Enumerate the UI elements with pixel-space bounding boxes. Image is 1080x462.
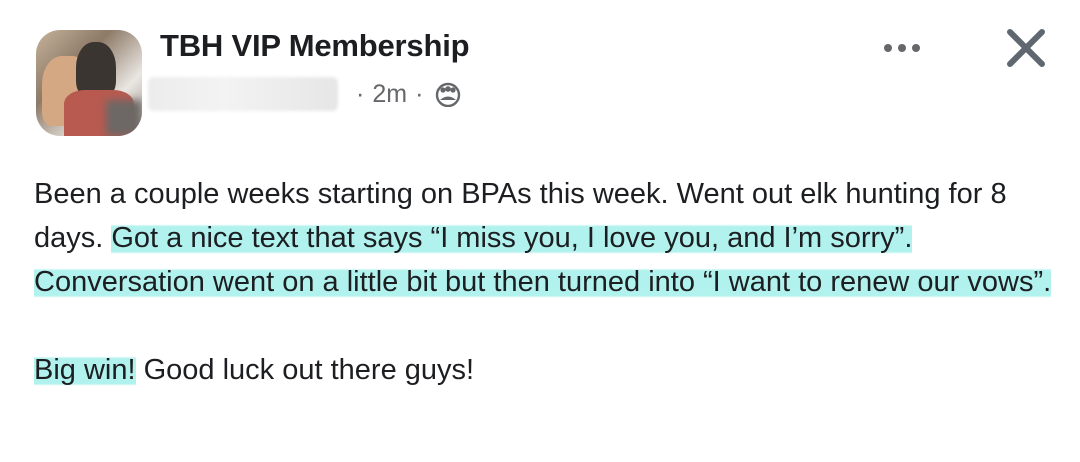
post-body: Been a couple weeks starting on BPAs thi… [34, 172, 1054, 392]
post-paragraph: Been a couple weeks starting on BPAs thi… [34, 172, 1054, 304]
post-text: Good luck out there guys! [135, 354, 475, 386]
meta-separator: · [356, 79, 365, 108]
more-options-icon [884, 44, 892, 52]
highlighted-text: Got a nice text that says “I miss you, I… [34, 220, 1052, 300]
more-options-dot [898, 44, 906, 52]
highlighted-text: Big win! [34, 352, 136, 388]
post-meta: · 2m · [148, 74, 461, 114]
post-card: TBH VIP Membership · 2m · Been a couple … [0, 0, 1080, 462]
group-name[interactable]: TBH VIP Membership [160, 28, 470, 64]
close-icon [1007, 29, 1045, 67]
post-header: TBH VIP Membership · 2m · [0, 0, 1080, 160]
author-name-redacted[interactable] [148, 77, 338, 111]
group-avatar[interactable] [36, 30, 142, 136]
post-paragraph: Big win! Good luck out there guys! [34, 348, 1054, 392]
post-time[interactable]: 2m [372, 80, 407, 109]
close-button[interactable] [998, 20, 1054, 76]
friends-icon [435, 81, 461, 108]
meta-separator: · [415, 79, 424, 108]
more-options-dot [912, 44, 920, 52]
more-options-button[interactable] [870, 28, 934, 68]
